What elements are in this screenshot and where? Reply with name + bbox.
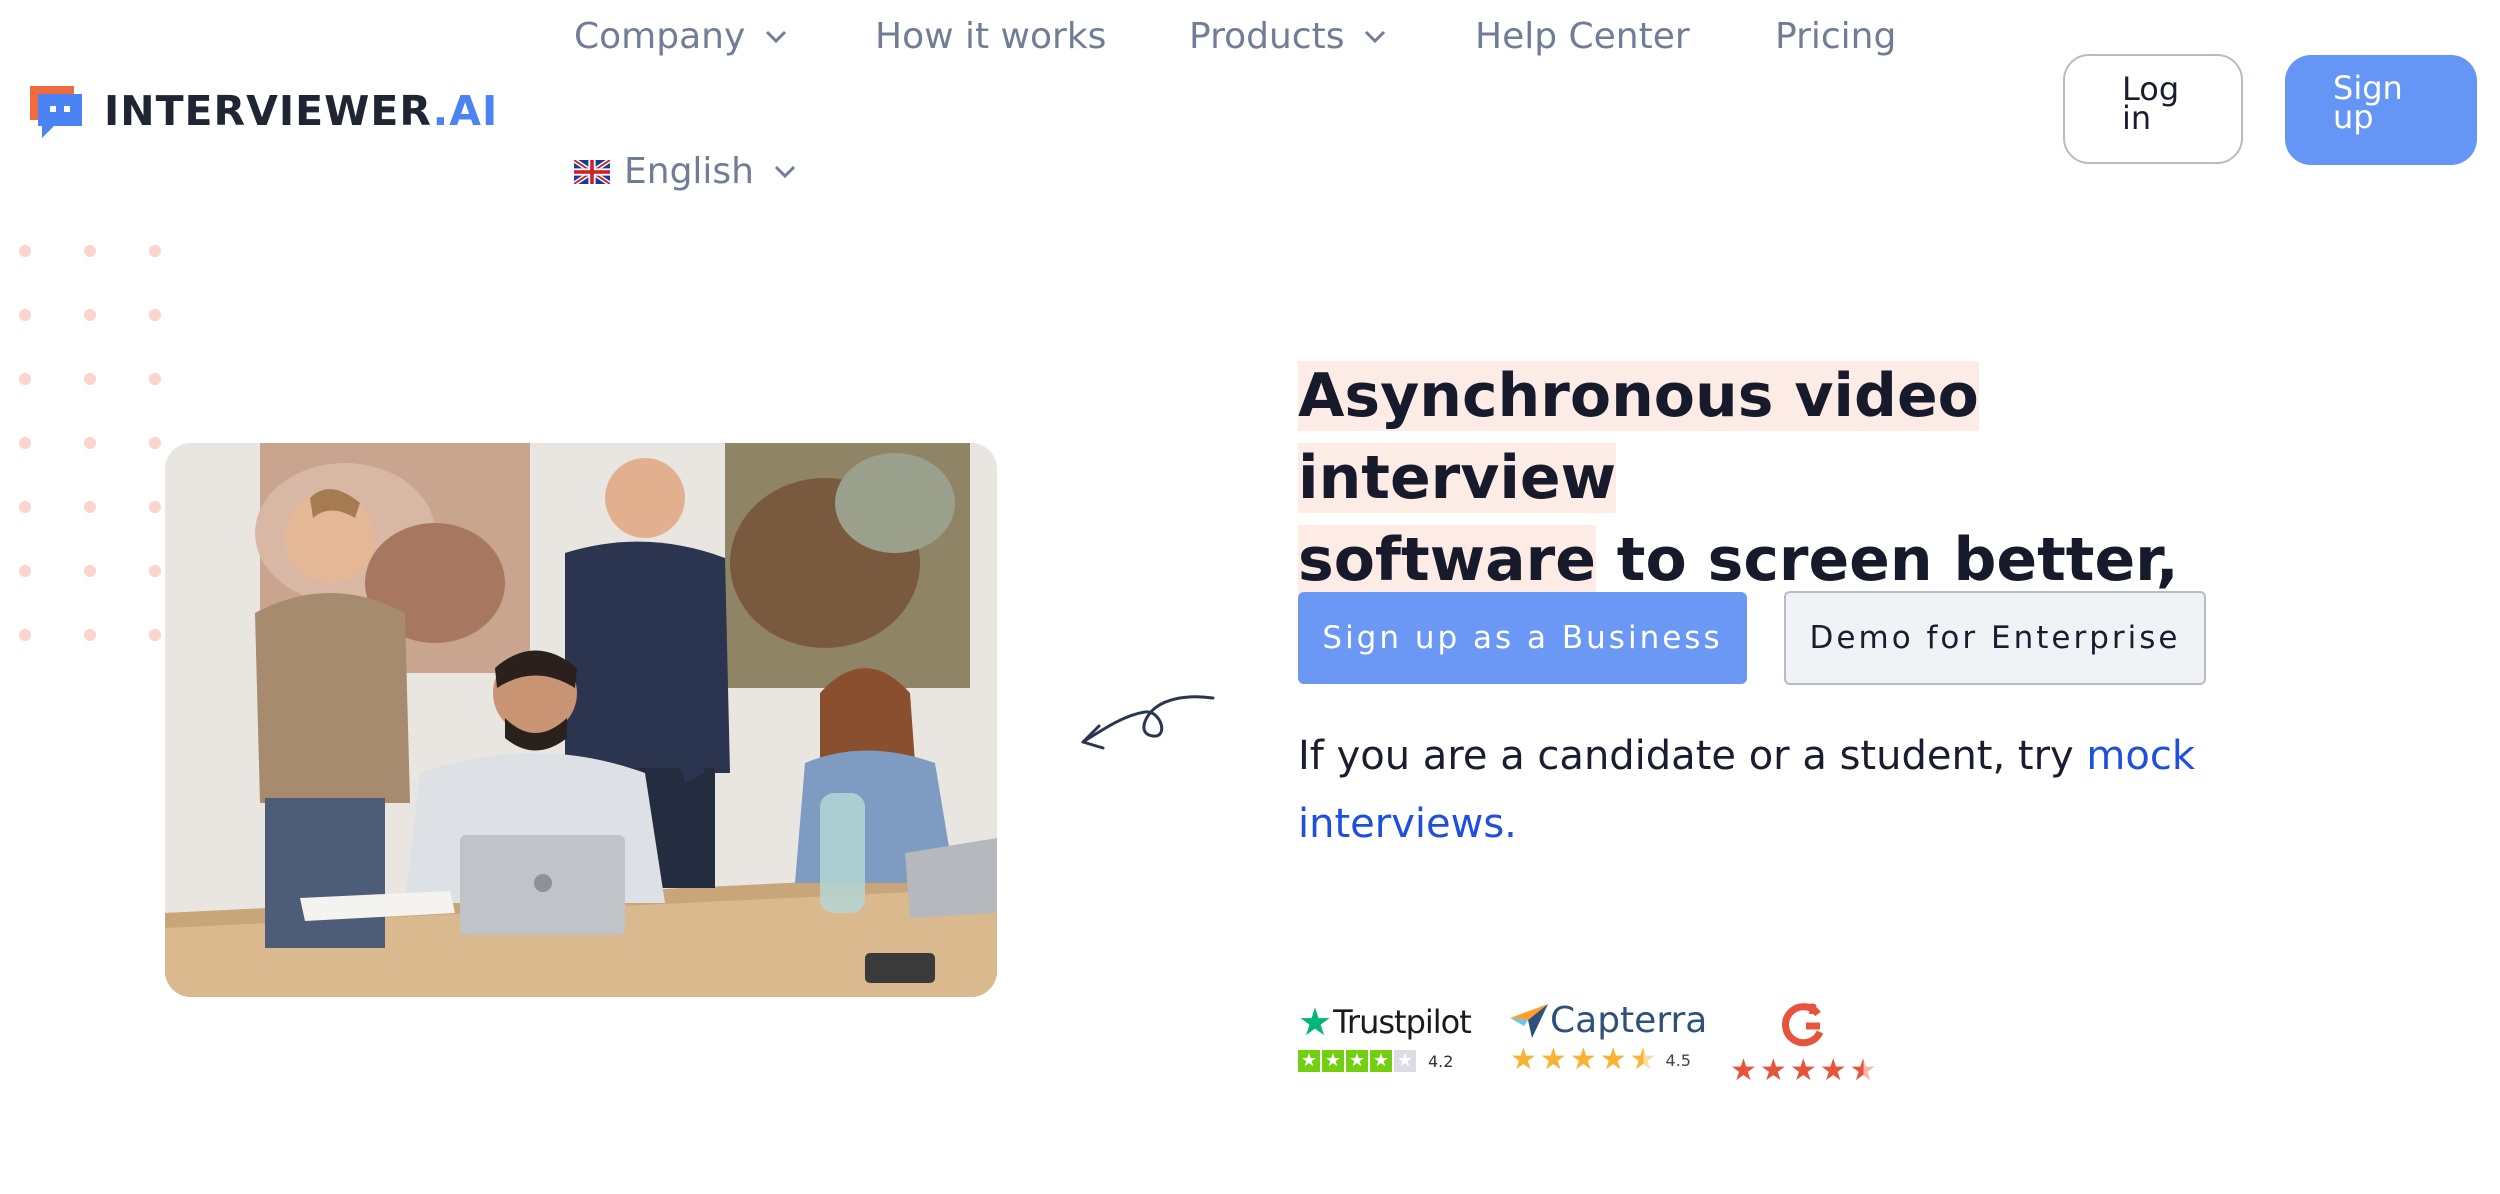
signup-business-label: Sign up as a Business — [1322, 620, 1723, 656]
curly-arrow-icon — [1081, 695, 1215, 750]
decorative-dot — [84, 373, 96, 385]
nav-pricing[interactable]: Pricing — [1775, 16, 1896, 57]
chevron-down-icon — [766, 30, 787, 43]
decorative-dot — [149, 565, 161, 577]
star-icon: ★ — [1819, 1053, 1847, 1088]
brand-name: INTERVIEWER — [104, 87, 433, 135]
star-icon: ★ — [1539, 1042, 1567, 1077]
decorative-dot — [84, 565, 96, 577]
capterra-score: 4.5 — [1665, 1050, 1691, 1070]
hero-team-photo — [165, 443, 997, 997]
star-icon: ★ — [1298, 1050, 1320, 1072]
g2-logo-icon: 2 — [1782, 1002, 1824, 1047]
nav-products-label: Products — [1189, 16, 1345, 57]
nav-company[interactable]: Company — [574, 16, 787, 57]
team-photo-illustration — [165, 443, 997, 997]
headline-highlight-1: Asynchronous video interview — [1298, 361, 1979, 513]
star-icon: ★ — [1789, 1053, 1817, 1088]
brand-wordmark: INTERVIEWER.AI — [104, 87, 498, 135]
nav-help-center-label: Help Center — [1475, 16, 1690, 57]
trustpilot-name: Trustpilot — [1333, 1003, 1472, 1041]
chevron-down-icon — [1365, 30, 1386, 43]
star-empty-icon: ★ — [1394, 1050, 1416, 1072]
chevron-down-icon — [774, 165, 796, 178]
decorative-dot — [19, 373, 31, 385]
star-icon: ★ — [1730, 1053, 1757, 1088]
decorative-dot — [149, 245, 161, 257]
login-button[interactable]: Log in — [2063, 54, 2243, 164]
star-icon: ★ — [1346, 1050, 1368, 1072]
headline-highlight-2: software — [1298, 525, 1596, 595]
decorative-dot — [19, 309, 31, 321]
half-star-icon: ★ — [1629, 1042, 1657, 1077]
signup-label-line2: up — [2333, 98, 2374, 136]
language-label: English — [624, 151, 754, 192]
nav-company-label: Company — [574, 16, 746, 57]
signup-button[interactable]: Sign up — [2285, 55, 2477, 165]
language-selector[interactable]: English — [574, 151, 796, 192]
trustpilot-star-icon: ★ — [1298, 1000, 1332, 1044]
decorative-dot — [149, 501, 161, 513]
decorative-dot — [149, 373, 161, 385]
g2-rating[interactable]: 2 ★ ★ ★ ★ ★ — [1730, 1000, 1880, 1086]
decorative-dot — [149, 437, 161, 449]
decorative-dot — [84, 245, 96, 257]
star-icon: ★ — [1322, 1050, 1344, 1072]
star-icon: ★ — [1370, 1050, 1392, 1072]
half-star-icon: ★ — [1849, 1053, 1877, 1088]
star-icon: ★ — [1569, 1042, 1597, 1077]
decorative-dot — [84, 437, 96, 449]
decorative-dot — [149, 629, 161, 641]
decorative-dot — [19, 437, 31, 449]
signup-business-button[interactable]: Sign up as a Business — [1298, 592, 1747, 684]
uk-flag-icon — [574, 159, 610, 184]
decorative-dot — [149, 309, 161, 321]
chat-bubble-logo-icon — [30, 86, 82, 138]
nav-how-it-works-label: How it works — [875, 16, 1107, 57]
demo-enterprise-button[interactable]: Demo for Enterprise — [1784, 591, 2206, 685]
decorative-dot — [19, 565, 31, 577]
candidate-note: If you are a candidate or a student, try… — [1298, 722, 2298, 858]
decorative-dot — [84, 501, 96, 513]
brand-suffix: .AI — [432, 87, 499, 135]
capterra-rating[interactable]: Capterra ★ ★ ★ ★ ★ 4.5 — [1510, 1000, 1707, 1075]
trustpilot-score: 4.2 — [1428, 1051, 1454, 1071]
login-label-line2: in — [2122, 99, 2152, 137]
decorative-dot — [19, 245, 31, 257]
decorative-dot — [19, 629, 31, 641]
capterra-logo-icon — [1510, 1003, 1548, 1038]
star-icon: ★ — [1759, 1053, 1787, 1088]
candidate-text: If you are a candidate or a student, try — [1298, 733, 2087, 779]
nav-products[interactable]: Products — [1189, 16, 1386, 57]
capterra-name: Capterra — [1550, 1000, 1708, 1041]
svg-text:2: 2 — [1808, 1002, 1818, 1018]
decorative-dot — [19, 501, 31, 513]
nav-help-center[interactable]: Help Center — [1475, 16, 1690, 57]
decorative-dot — [84, 629, 96, 641]
trustpilot-rating[interactable]: ★ Trustpilot ★ ★ ★ ★ ★ 4.2 — [1298, 1000, 1472, 1072]
demo-enterprise-label: Demo for Enterprise — [1809, 620, 2181, 656]
decorative-dot — [84, 309, 96, 321]
star-icon: ★ — [1599, 1042, 1627, 1077]
star-icon: ★ — [1510, 1042, 1537, 1077]
brand-logo[interactable]: INTERVIEWER.AI — [26, 80, 498, 142]
nav-pricing-label: Pricing — [1775, 16, 1897, 57]
nav-how-it-works[interactable]: How it works — [875, 16, 1106, 57]
